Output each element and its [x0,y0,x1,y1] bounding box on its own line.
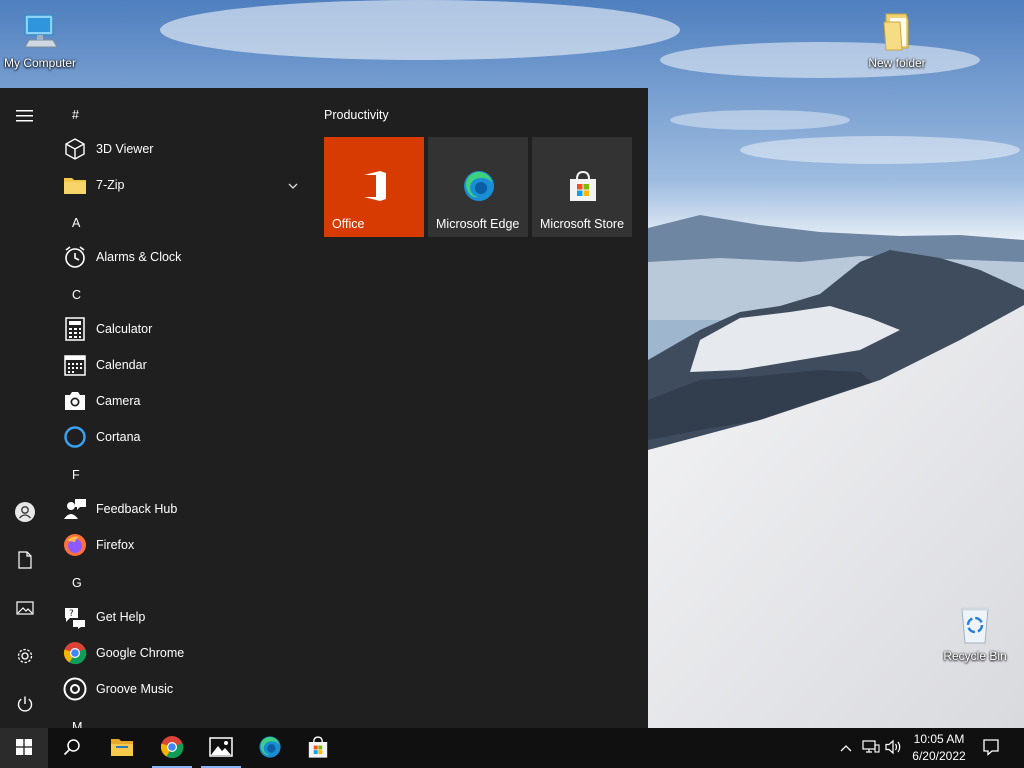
app-list: # 3D Viewer 7-Zip A Alarms & Clock C Cal… [50,88,310,728]
clock-date: 6/20/2022 [912,749,966,763]
app-label: Calendar [96,358,147,372]
start-button[interactable] [0,728,48,768]
firefox-icon [62,532,88,558]
app-camera[interactable]: Camera [60,383,306,419]
volume-icon [885,739,903,758]
letter-header[interactable]: F [72,457,102,493]
recycle-bin-icon [954,603,996,645]
chevron-up-icon [840,741,852,755]
start-icon [16,738,32,758]
app-cortana[interactable]: Cortana [60,419,306,455]
documents-icon[interactable] [0,538,50,582]
alarm-clock-icon [62,244,88,270]
app-label: Google Chrome [96,646,185,660]
feedback-icon [62,496,88,522]
store-icon [566,169,600,203]
app-calculator[interactable]: Calculator [60,311,306,347]
taskbar-store[interactable] [294,728,342,768]
chrome-icon [160,735,184,762]
tray-overflow-button[interactable] [834,728,858,768]
calculator-icon [62,316,88,342]
desktop-icon-recycle-bin[interactable]: Recycle Bin [933,603,1017,663]
user-icon[interactable] [0,490,50,534]
taskbar-photos[interactable] [197,728,245,768]
app-label: Groove Music [96,682,174,696]
tile-label: Microsoft Store [540,217,625,231]
app-label: 3D Viewer [96,142,154,156]
chevron-down-icon[interactable] [288,179,298,193]
edge-icon [258,735,282,762]
letter-header[interactable]: # [72,97,102,133]
app-feedback-hub[interactable]: Feedback Hub [60,491,306,527]
start-menu: # 3D Viewer 7-Zip A Alarms & Clock C Cal… [0,88,648,728]
app-label: Cortana [96,430,141,444]
desktop-icon-label: New folder [868,56,926,70]
search-icon [63,738,81,759]
tray-clock[interactable]: 10:05 AM 6/20/2022 [904,731,974,765]
tile-office[interactable]: Office [324,137,424,237]
letter-header[interactable]: G [72,565,102,601]
svg-text:?: ? [69,609,74,619]
app-7-zip[interactable]: 7-Zip [60,167,306,203]
search-button[interactable] [48,728,96,768]
camera-icon [62,388,88,414]
app-label: Camera [96,394,141,408]
hamburger-icon[interactable] [0,94,50,138]
folder-icon [876,10,918,52]
app-groove-music[interactable]: Groove Music [60,671,306,707]
tile-label: Office [332,217,365,231]
taskbar: 10:05 AM 6/20/2022 [0,728,1024,768]
app-label: Alarms & Clock [96,250,182,264]
tile-microsoft-edge[interactable]: Microsoft Edge [428,137,528,237]
photos-icon [209,736,233,760]
desktop-icon-my-computer[interactable]: My Computer [0,10,82,70]
cortana-icon [62,424,88,450]
power-icon[interactable] [0,682,50,726]
tray-network-button[interactable] [858,728,884,768]
app-calendar[interactable]: Calendar [60,347,306,383]
taskbar-file-explorer[interactable] [98,728,146,768]
get-help-icon: ? [62,604,88,630]
tile-microsoft-store[interactable]: Microsoft Store [532,137,632,237]
network-icon [862,739,880,758]
tile-label: Microsoft Edge [436,217,520,231]
edge-icon [462,169,496,203]
file-explorer-icon [110,737,134,760]
app-alarms-clock[interactable]: Alarms & Clock [60,239,306,275]
notification-icon [982,738,1000,759]
letter-header[interactable]: C [72,277,102,313]
computer-icon [19,10,61,52]
desktop-icon-label: My Computer [3,56,77,70]
notification-button[interactable] [974,728,1008,768]
start-rail [0,88,50,728]
office-icon [358,169,392,203]
folder-icon [62,172,88,198]
clock-time: 10:05 AM [913,732,965,746]
desktop-icon-new-folder[interactable]: New folder [855,10,939,70]
chrome-icon [62,640,88,666]
desktop-icon-label: Recycle Bin [943,649,1007,663]
app-google-chrome[interactable]: Google Chrome [60,635,306,671]
taskbar-chrome[interactable] [148,728,196,768]
app-label: Firefox [96,538,135,552]
app-label: Calculator [96,322,153,336]
letter-header[interactable]: M [72,709,102,728]
pictures-icon[interactable] [0,586,50,630]
tile-group-title[interactable]: Productivity [324,108,389,122]
letter-header[interactable]: A [72,205,102,241]
store-icon [306,735,330,762]
groove-music-icon [62,676,88,702]
cube-icon [62,136,88,162]
app-label: 7-Zip [96,178,125,192]
app-3d-viewer[interactable]: 3D Viewer [60,131,306,167]
taskbar-edge[interactable] [246,728,294,768]
tray-volume-button[interactable] [882,728,906,768]
app-firefox[interactable]: Firefox [60,527,306,563]
app-get-help[interactable]: ? Get Help [60,599,306,635]
settings-icon[interactable] [0,634,50,678]
app-label: Get Help [96,610,146,624]
calendar-icon [62,352,88,378]
app-label: Feedback Hub [96,502,178,516]
